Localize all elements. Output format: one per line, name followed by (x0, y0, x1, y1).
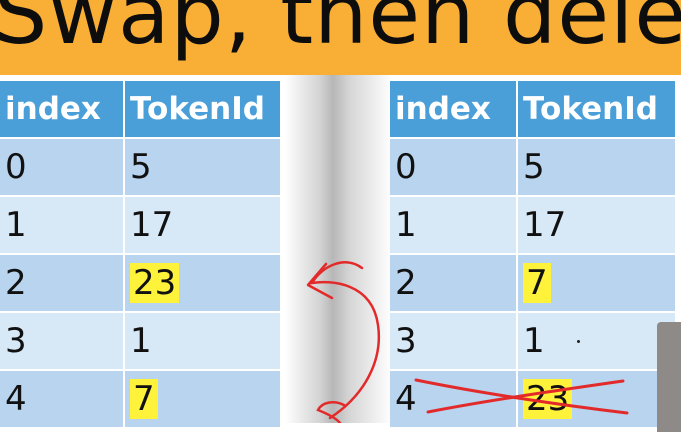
token-cell: 5 (517, 138, 677, 197)
token-cell: 5 (124, 138, 282, 197)
title-banner: Swap, then delet (0, 0, 681, 75)
index-cell: 0 (390, 138, 518, 197)
tokenid-header: TokenId (517, 81, 677, 139)
token-cell: 7 (517, 254, 677, 313)
index-cell: 2 (0, 254, 125, 313)
table-header-row: index TokenId (0, 81, 282, 139)
table-row: 0 5 (0, 138, 282, 197)
cursor-dot (577, 340, 580, 343)
token-cell: 1 (517, 312, 677, 371)
table-row: 1 17 (390, 196, 677, 255)
table-row: 3 1 (390, 312, 677, 371)
highlighted-token: 7 (130, 379, 158, 419)
token-cell: 1 (124, 312, 282, 371)
index-cell: 3 (390, 312, 518, 371)
token-cell: 23 (517, 370, 677, 429)
highlighted-token: 23 (130, 263, 180, 303)
index-cell: 1 (390, 196, 518, 255)
webcam-overlay (657, 322, 681, 432)
token-cell: 23 (124, 254, 282, 313)
index-cell: 4 (390, 370, 518, 429)
index-cell: 1 (0, 196, 125, 255)
table-row: 2 23 (0, 254, 282, 313)
table-row: 4 7 (0, 370, 282, 429)
slide-title: Swap, then delet (0, 0, 681, 63)
highlighted-token: 7 (523, 263, 551, 303)
index-cell: 2 (390, 254, 518, 313)
index-cell: 4 (0, 370, 125, 429)
token-cell: 17 (124, 196, 282, 255)
table-row: 3 1 (0, 312, 282, 371)
table-row: 4 23 (390, 370, 677, 429)
index-cell: 0 (0, 138, 125, 197)
table-row: 2 7 (390, 254, 677, 313)
table-row: 0 5 (390, 138, 677, 197)
left-token-table: index TokenId 0 5 1 17 2 23 3 1 4 7 (0, 81, 282, 429)
tokenid-header: TokenId (124, 81, 282, 139)
token-cell: 17 (517, 196, 677, 255)
right-token-table: index TokenId 0 5 1 17 2 7 3 1 4 23 (390, 81, 677, 429)
index-header: index (0, 81, 125, 139)
index-header: index (390, 81, 518, 139)
token-cell: 7 (124, 370, 282, 429)
index-cell: 3 (0, 312, 125, 371)
table-row: 1 17 (0, 196, 282, 255)
highlighted-token: 23 (523, 379, 573, 419)
table-header-row: index TokenId (390, 81, 677, 139)
